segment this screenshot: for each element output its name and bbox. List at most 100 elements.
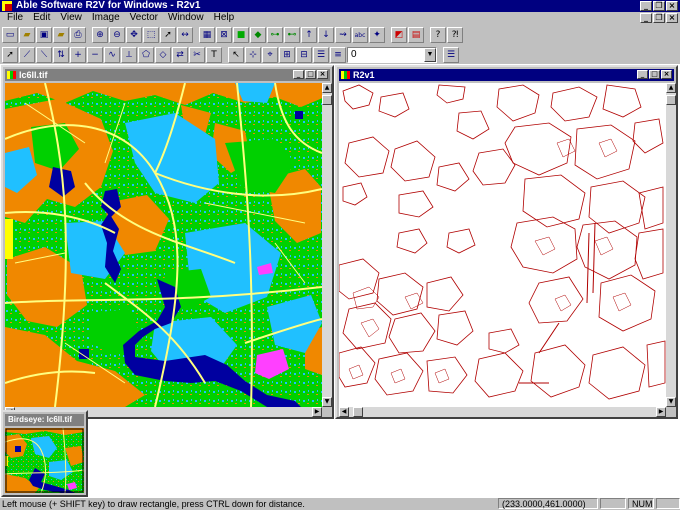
measure-icon[interactable]: ↔ <box>177 27 193 43</box>
tag-icon[interactable]: ⊹ <box>245 47 261 63</box>
help-icon[interactable]: ? <box>430 27 446 43</box>
context-help-icon[interactable]: ⁈ <box>447 27 463 43</box>
insert-node-icon[interactable]: + <box>70 47 86 63</box>
restore-button[interactable]: ❐ <box>653 1 665 11</box>
properties-icon[interactable]: ☰ <box>313 47 329 63</box>
palette-icon[interactable]: ▤ <box>408 27 424 43</box>
select-line-icon[interactable]: ↖ <box>228 47 244 63</box>
menu-help[interactable]: Help <box>209 12 240 24</box>
node-icon[interactable]: ◆ <box>250 27 266 43</box>
vector-scroll-down-button[interactable]: ▼ <box>666 397 676 407</box>
grid-icon[interactable]: ▦ <box>199 27 215 43</box>
value-combo[interactable]: 0 ▼ <box>347 47 437 63</box>
vector-vertical-scrollbar[interactable]: ▲ ▼ <box>666 83 676 407</box>
label-icon[interactable]: T <box>206 47 222 63</box>
open-image-icon[interactable]: ▰ <box>53 27 69 43</box>
delete-node-icon[interactable]: − <box>87 47 103 63</box>
menu-file[interactable]: File <box>2 12 28 24</box>
birdseye-title-bar[interactable]: Birdseye: lc6ll.tif <box>5 414 84 426</box>
break-line-icon[interactable]: ⟍ <box>36 47 52 63</box>
mdi-minimize-button[interactable]: _ <box>640 13 652 23</box>
snap-icon[interactable]: ⟂ <box>121 47 137 63</box>
layers-icon[interactable]: ☰ <box>443 47 459 63</box>
select-arrow-icon[interactable]: ➚ <box>160 27 176 43</box>
raster-vertical-scrollbar[interactable]: ▲ ▼ <box>322 83 332 407</box>
vector-window-title-bar[interactable]: R2v1 _ □ × <box>339 69 674 81</box>
list-icon[interactable]: ≡ <box>330 47 346 63</box>
vector-minimize-button[interactable]: _ <box>637 70 648 79</box>
raster-close-button[interactable]: × <box>317 70 328 79</box>
group-icon[interactable]: ⊞ <box>279 47 295 63</box>
star-icon[interactable]: ✦ <box>369 27 385 43</box>
edit-line-icon[interactable]: ⟋ <box>19 47 35 63</box>
raster-scroll-down-button[interactable]: ▼ <box>322 397 332 407</box>
smooth-icon[interactable]: ∿ <box>104 47 120 63</box>
close-button[interactable]: × <box>666 1 678 11</box>
close-line-icon[interactable]: ◇ <box>155 47 171 63</box>
status-message: Left mouse (+ SHIFT key) to draw rectang… <box>2 499 305 509</box>
snap-node-icon[interactable]: ⌖ <box>262 47 278 63</box>
abc-label-icon[interactable]: abc <box>352 27 368 43</box>
value-combo-text: 0 <box>351 49 357 60</box>
raster-size-grip <box>322 407 332 417</box>
vector-vertical-thumb[interactable] <box>666 95 676 105</box>
vector-close-button[interactable]: × <box>661 70 672 79</box>
pointer-icon[interactable]: ➚ <box>2 47 18 63</box>
raster-window-icon <box>7 71 16 79</box>
menu-bar: File Edit View Image Vector Window Help … <box>0 12 680 24</box>
color-box-icon[interactable]: ■ <box>233 27 249 43</box>
open-folder-icon[interactable]: ▰ <box>19 27 35 43</box>
birdseye-canvas[interactable] <box>5 428 84 493</box>
birdseye-window: Birdseye: lc6ll.tif <box>1 410 88 497</box>
menu-view[interactable]: View <box>55 12 87 24</box>
mdi-close-button[interactable]: × <box>666 13 678 23</box>
raster-scroll-right-button[interactable]: ▶ <box>312 407 322 417</box>
menu-image[interactable]: Image <box>87 12 125 24</box>
birdseye-title: Birdseye: lc6ll.tif <box>8 415 73 424</box>
add-node-icon[interactable]: ⊶ <box>267 27 283 43</box>
raster-minimize-button[interactable]: _ <box>293 70 304 79</box>
raster-scroll-up-button[interactable]: ▲ <box>322 83 332 93</box>
up-icon[interactable]: ↑ <box>301 27 317 43</box>
minimize-button[interactable]: _ <box>640 1 652 11</box>
app-title-bar: Able Software R2V for Windows - R2v1 _ ❐… <box>0 0 680 12</box>
vector-scroll-left-button[interactable]: ◀ <box>339 407 349 417</box>
vector-horizontal-thumb[interactable] <box>353 407 363 417</box>
zoom-window-icon[interactable]: ⬚ <box>143 27 159 43</box>
color-pick-icon[interactable]: ◩ <box>391 27 407 43</box>
new-file-icon[interactable]: ▭ <box>2 27 18 43</box>
raster-map-canvas[interactable] <box>5 83 322 407</box>
zoom-out-icon[interactable]: ⊖ <box>109 27 125 43</box>
raster-maximize-button[interactable]: □ <box>305 70 316 79</box>
zoom-in-icon[interactable]: ⊕ <box>92 27 108 43</box>
vector-map-canvas[interactable] <box>339 83 666 407</box>
vector-window-title: R2v1 <box>353 70 375 80</box>
raster-window: lc6ll.tif _ □ × ▲ ▼ ▶ <box>1 65 334 419</box>
reverse-icon[interactable]: ⇄ <box>172 47 188 63</box>
save-icon[interactable]: ▣ <box>36 27 52 43</box>
raster-window-title-bar[interactable]: lc6ll.tif _ □ × <box>5 69 330 81</box>
app-icon <box>2 1 12 11</box>
raster-vertical-thumb[interactable] <box>322 95 332 105</box>
polygon-icon[interactable]: ⬠ <box>138 47 154 63</box>
move-node-icon[interactable]: ⊷ <box>284 27 300 43</box>
pan-icon[interactable]: ✥ <box>126 27 142 43</box>
fit-icon[interactable]: ⊠ <box>216 27 232 43</box>
vector-horizontal-scrollbar[interactable]: ◀ ▶ <box>339 407 666 417</box>
menu-window[interactable]: Window <box>163 12 209 24</box>
vector-maximize-button[interactable]: □ <box>649 70 660 79</box>
vector-scroll-up-button[interactable]: ▲ <box>666 83 676 93</box>
combo-dropdown-icon[interactable]: ▼ <box>424 48 436 62</box>
vector-scroll-right-button[interactable]: ▶ <box>656 407 666 417</box>
join-line-icon[interactable]: ⇅ <box>53 47 69 63</box>
mdi-restore-button[interactable]: ❐ <box>653 13 665 23</box>
landcover-map <box>5 83 322 407</box>
auto-trace-icon[interactable]: ⇝ <box>335 27 351 43</box>
ungroup-icon[interactable]: ⊟ <box>296 47 312 63</box>
edit-toolbar: ➚ ⟋ ⟍ ⇅ + − ∿ ⟂ ⬠ ◇ ⇄ ✂ T ↖ ⊹ ⌖ ⊞ ⊟ ☰ ≡ … <box>2 46 459 64</box>
down-icon[interactable]: ↓ <box>318 27 334 43</box>
split-icon[interactable]: ✂ <box>189 47 205 63</box>
menu-edit[interactable]: Edit <box>28 12 55 24</box>
menu-vector[interactable]: Vector <box>125 12 163 24</box>
print-icon[interactable]: ⎙ <box>70 27 86 43</box>
